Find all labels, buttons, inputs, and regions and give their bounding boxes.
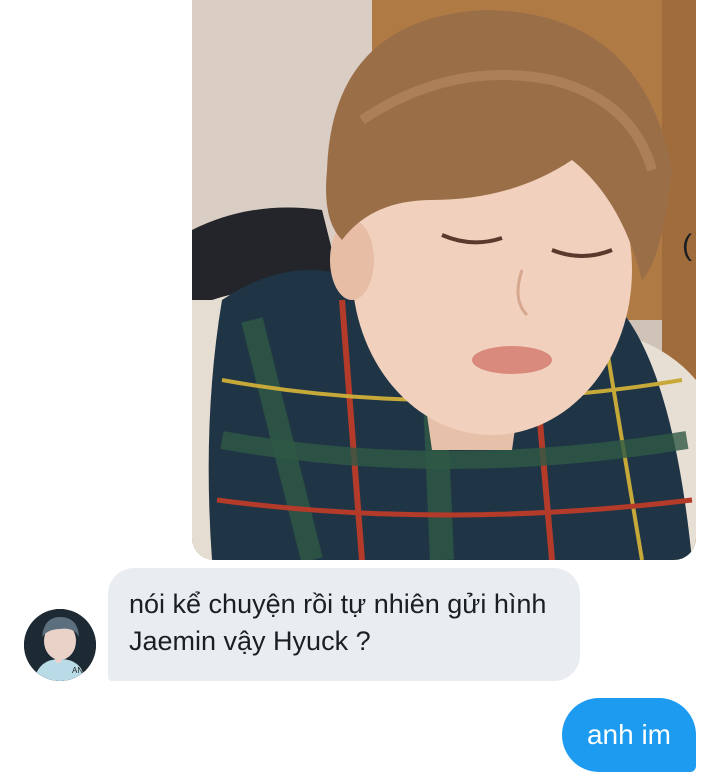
incoming-message-bubble[interactable]: nói kể chuyện rồi tự nhiên gửi hình Jaem… [108, 568, 580, 681]
user-avatar[interactable]: ANT [24, 609, 96, 681]
svg-text:ANT: ANT [72, 666, 88, 675]
outgoing-message-bubble[interactable]: anh im [562, 698, 696, 772]
photo-message[interactable] [192, 0, 696, 560]
incoming-message-text: nói kể chuyện rồi tự nhiên gửi hình Jaem… [129, 589, 547, 656]
user-avatar-icon: ANT [24, 609, 96, 681]
person-photo [192, 0, 696, 560]
outgoing-message-text: anh im [586, 719, 672, 750]
clipped-text-fragment: ( [682, 229, 692, 262]
